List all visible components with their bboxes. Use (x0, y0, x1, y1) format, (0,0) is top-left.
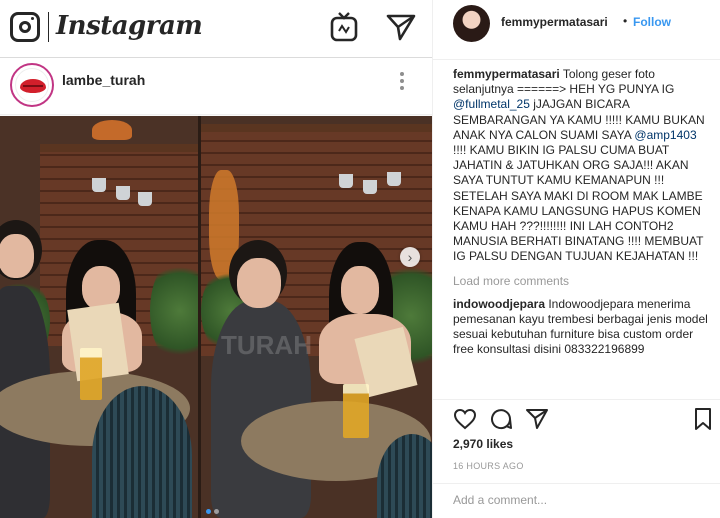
photo-panel-right: TURAH (201, 116, 432, 518)
more-options-icon[interactable] (396, 70, 408, 94)
camera-icon[interactable] (10, 12, 40, 42)
action-bar (433, 399, 720, 435)
load-more-comments-button[interactable]: Load more comments (453, 274, 708, 289)
caption-text-3: !!!! KAMU BIKIN IG PALSU CUMA BUAT JAHAT… (453, 143, 704, 264)
avatar[interactable] (453, 5, 490, 42)
logo-divider (48, 12, 49, 42)
share-icon[interactable] (525, 407, 549, 431)
comment-icon[interactable] (489, 407, 513, 431)
sidebar-header: femmypermatasari • Follow (433, 0, 720, 60)
carousel-dot (214, 509, 219, 514)
direct-send-icon[interactable] (386, 13, 416, 41)
photo-watermark: TURAH (221, 330, 312, 360)
top-bar: Instagram (0, 0, 432, 58)
chevron-right-icon: › (407, 249, 413, 265)
follow-button[interactable]: Follow (633, 15, 671, 29)
post-username[interactable]: lambe_turah (62, 72, 145, 88)
separator-dot: • (623, 14, 628, 28)
caption-author[interactable]: femmypermatasari (453, 67, 560, 81)
lips-logo-icon (20, 79, 46, 93)
mention-link[interactable]: @fullmetal_25 (453, 97, 530, 111)
carousel-dot-active (206, 509, 211, 514)
avatar[interactable] (10, 63, 54, 107)
likes-count[interactable]: 2,970 likes (453, 437, 513, 451)
sidebar-username[interactable]: femmypermatasari (501, 15, 608, 29)
carousel-next-button[interactable]: › (400, 247, 420, 267)
bookmark-icon[interactable] (691, 407, 715, 431)
comment-author[interactable]: indowoodjepara (453, 297, 545, 311)
carousel-indicator (206, 509, 226, 515)
add-comment-input[interactable] (453, 493, 703, 507)
feed-column: Instagram lambe_turah TURAH › (0, 0, 432, 518)
igtv-icon[interactable] (330, 12, 358, 42)
list-item: indowoodjepara Indowoodjepara menerima p… (453, 297, 708, 358)
post-photo[interactable]: TURAH › (0, 116, 432, 518)
mention-link[interactable]: @amp1403 (634, 128, 696, 142)
instagram-wordmark[interactable]: Instagram (56, 11, 203, 41)
add-comment-bar (433, 483, 720, 518)
comments-list: femmypermatasari Tolong geser foto selan… (453, 67, 708, 358)
photo-panel-left (0, 116, 198, 518)
heart-icon[interactable] (453, 407, 477, 431)
instagram-post-view: Instagram lambe_turah TURAH › femmyperma… (0, 0, 720, 518)
post-timestamp[interactable]: 16 HOURS AGO (453, 461, 524, 471)
caption-comment: femmypermatasari Tolong geser foto selan… (453, 67, 708, 265)
post-header: lambe_turah (0, 58, 432, 115)
post-sidebar: femmypermatasari • Follow femmypermatasa… (432, 0, 720, 518)
